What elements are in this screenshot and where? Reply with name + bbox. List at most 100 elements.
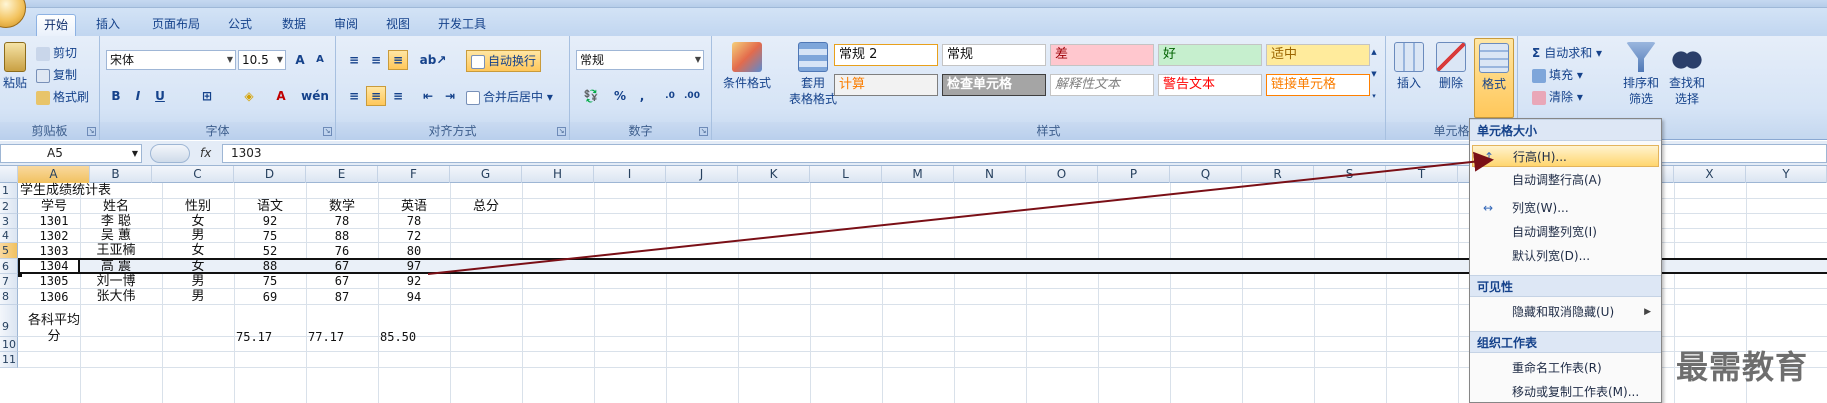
tab-formulas[interactable]: 公式 — [220, 14, 260, 36]
cell-style-4[interactable]: 适中 — [1266, 44, 1370, 66]
delete-cells-button[interactable]: 删除 — [1432, 42, 1470, 91]
cell-style-8[interactable]: 警告文本 — [1158, 74, 1262, 96]
font-name-combo[interactable]: 宋体 ▼ — [106, 50, 236, 70]
autosum-button[interactable]: Σ 自动求和 ▾ — [1532, 44, 1602, 61]
insert-function-icon[interactable]: fx — [148, 144, 218, 163]
menu-item-default-width[interactable]: 默认列宽(D)... — [1472, 245, 1659, 267]
cell-style-5[interactable]: 计算 — [834, 74, 938, 96]
merge-center-button[interactable]: 合并后居中 ▾ — [466, 88, 553, 105]
row-header-11[interactable]: 11 — [0, 352, 18, 368]
increase-decimal-icon[interactable]: .0 — [660, 86, 680, 106]
cell-style-7[interactable]: 解释性文本 — [1050, 74, 1154, 96]
grow-font-icon[interactable]: A — [290, 50, 310, 70]
tab-view[interactable]: 视图 — [378, 14, 418, 36]
column-header-o[interactable]: O — [1026, 166, 1098, 183]
column-header-h[interactable]: H — [522, 166, 594, 183]
column-header-s[interactable]: S — [1314, 166, 1386, 183]
number-format-combo[interactable]: 常规 ▼ — [576, 50, 704, 70]
font-launcher-icon[interactable]: ↘ — [323, 127, 332, 136]
menu-item-column-width[interactable]: ↔ 列宽(W)... — [1472, 197, 1659, 219]
sort-filter-button[interactable]: 排序和 筛选 — [1620, 42, 1662, 107]
column-header-t[interactable]: T — [1386, 166, 1458, 183]
alignment-launcher-icon[interactable]: ↘ — [557, 127, 566, 136]
row-header-8[interactable]: 8 — [0, 289, 18, 305]
currency-icon[interactable]: 💱 — [576, 86, 606, 106]
column-header-c[interactable]: C — [162, 166, 234, 183]
underline-button[interactable]: U — [150, 86, 170, 106]
menu-item-autofit-column[interactable]: 自动调整列宽(I) — [1472, 221, 1659, 243]
column-header-l[interactable]: L — [810, 166, 882, 183]
find-select-button[interactable]: 查找和 选择 — [1666, 42, 1708, 107]
column-header-p[interactable]: P — [1098, 166, 1170, 183]
column-header-i[interactable]: I — [594, 166, 666, 183]
row-header-5[interactable]: 5 — [0, 243, 18, 259]
gallery-up-icon[interactable]: ▲ — [1366, 42, 1382, 60]
decrease-decimal-icon[interactable]: .00 — [682, 86, 702, 106]
select-all-corner[interactable] — [0, 166, 18, 183]
row-header-7[interactable]: 7 — [0, 274, 18, 289]
format-cells-button[interactable]: 格式 — [1474, 38, 1514, 118]
align-middle-icon[interactable]: ≡ — [366, 50, 386, 70]
menu-item-rename-sheet[interactable]: 重命名工作表(R) — [1472, 357, 1659, 379]
row-header-3[interactable]: 3 — [0, 214, 18, 229]
row-header-2[interactable]: 2 — [0, 199, 18, 214]
decrease-indent-icon[interactable]: ⇤ — [418, 86, 438, 106]
menu-item-autofit-row[interactable]: 自动调整行高(A) — [1472, 169, 1659, 191]
tab-home[interactable]: 开始 — [36, 14, 76, 36]
column-header-b[interactable]: B — [80, 166, 152, 183]
italic-button[interactable]: I — [128, 86, 148, 106]
column-header-j[interactable]: J — [666, 166, 738, 183]
comma-button[interactable]: , — [632, 86, 652, 106]
copy-button[interactable]: 复制 — [36, 66, 77, 83]
column-header-d[interactable]: D — [234, 166, 306, 183]
cut-button[interactable]: 剪切 — [36, 44, 77, 61]
column-header-r[interactable]: R — [1242, 166, 1314, 183]
name-box[interactable]: A5 ▼ — [0, 144, 142, 163]
cell-style-9[interactable]: 链接单元格 — [1266, 74, 1370, 96]
align-center-icon[interactable]: ≡ — [366, 86, 386, 106]
column-header-y[interactable]: Y — [1746, 166, 1827, 183]
column-header-n[interactable]: N — [954, 166, 1026, 183]
font-color-icon[interactable]: A — [266, 86, 296, 106]
increase-indent-icon[interactable]: ⇥ — [440, 86, 460, 106]
percent-button[interactable]: % — [610, 86, 630, 106]
wrap-text-button[interactable]: 自动换行 — [466, 50, 542, 72]
row-header-6[interactable]: 6 — [0, 259, 18, 274]
fill-button[interactable]: 填充 ▾ — [1532, 66, 1583, 83]
column-header-k[interactable]: K — [738, 166, 810, 183]
clipboard-launcher-icon[interactable]: ↘ — [87, 127, 96, 136]
border-icon[interactable]: ⊞ — [192, 86, 222, 106]
format-painter-button[interactable]: 格式刷 — [36, 88, 89, 105]
number-launcher-icon[interactable]: ↘ — [699, 127, 708, 136]
row-header-4[interactable]: 4 — [0, 229, 18, 243]
column-header-f[interactable]: F — [378, 166, 450, 183]
orientation-icon[interactable]: ab↗ — [418, 50, 448, 70]
tab-review[interactable]: 审阅 — [326, 14, 366, 36]
align-right-icon[interactable]: ≡ — [388, 86, 408, 106]
cell-style-6[interactable]: 检查单元格 — [942, 74, 1046, 96]
cell-style-3[interactable]: 好 — [1158, 44, 1262, 66]
conditional-format-button[interactable]: 条件格式 — [716, 42, 778, 91]
phonetic-icon[interactable]: wén — [300, 86, 330, 106]
clear-button[interactable]: 清除 ▾ — [1532, 88, 1583, 105]
shrink-font-icon[interactable]: A — [310, 50, 330, 70]
insert-cells-button[interactable]: 插入 — [1390, 42, 1428, 91]
gallery-down-icon[interactable]: ▼ — [1366, 64, 1382, 82]
align-top-icon[interactable]: ≡ — [344, 50, 364, 70]
menu-item-hide-unhide[interactable]: 隐藏和取消隐藏(U) ▶ — [1472, 301, 1659, 323]
menu-item-move-copy-sheet[interactable]: 移动或复制工作表(M)... — [1472, 381, 1659, 403]
fill-color-icon[interactable]: ◈ — [234, 86, 264, 106]
row-header-9[interactable]: 9 — [0, 305, 18, 337]
tab-data[interactable]: 数据 — [274, 14, 314, 36]
align-left-icon[interactable]: ≡ — [344, 86, 364, 106]
menu-item-row-height[interactable]: ↕ 行高(H)... — [1472, 145, 1659, 167]
row-header-1[interactable]: 1 — [0, 183, 18, 199]
cell-style-0[interactable]: 常规 2 — [834, 44, 938, 66]
row-header-10[interactable]: 10 — [0, 337, 18, 352]
column-header-q[interactable]: Q — [1170, 166, 1242, 183]
align-bottom-icon[interactable]: ≡ — [388, 50, 408, 70]
cell-style-1[interactable]: 常规 — [942, 44, 1046, 66]
tab-insert[interactable]: 插入 — [88, 14, 128, 36]
tab-developer[interactable]: 开发工具 — [430, 14, 494, 36]
column-header-g[interactable]: G — [450, 166, 522, 183]
